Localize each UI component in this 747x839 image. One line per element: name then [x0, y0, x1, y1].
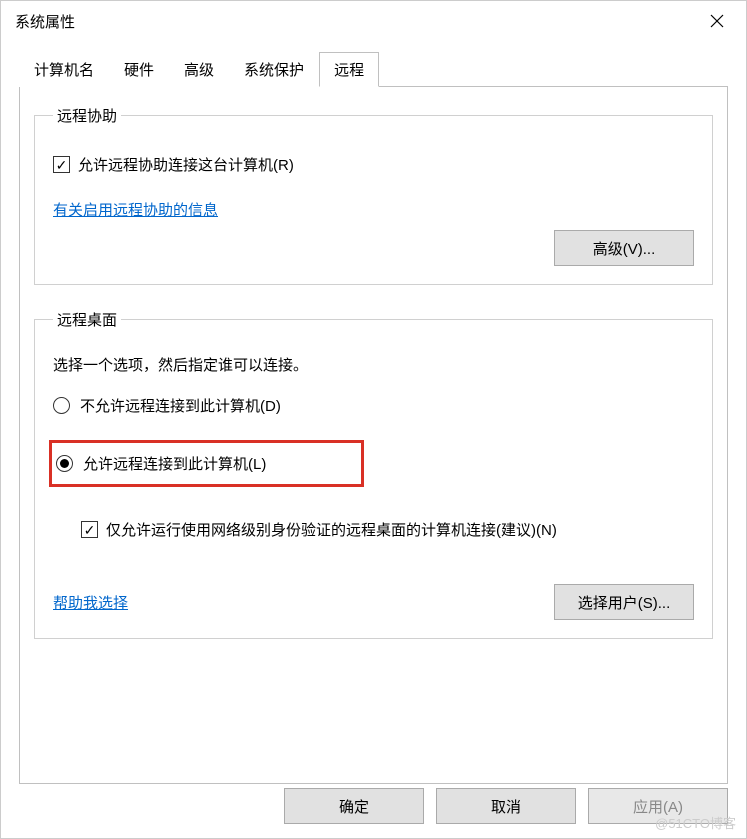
disallow-remote-radio[interactable]	[53, 397, 70, 414]
allow-remote-assist-label: 允许远程协助连接这台计算机(R)	[78, 154, 294, 175]
remote-assist-legend: 远程协助	[53, 105, 121, 126]
allow-remote-radio[interactable]	[56, 455, 73, 472]
disallow-remote-label: 不允许远程连接到此计算机(D)	[80, 395, 281, 416]
remote-desktop-legend: 远程桌面	[53, 309, 121, 330]
close-icon	[710, 14, 724, 28]
apply-button[interactable]: 应用(A)	[588, 788, 728, 824]
allow-remote-highlight: 允许远程连接到此计算机(L)	[49, 440, 364, 487]
tab-hardware[interactable]: 硬件	[109, 52, 169, 87]
tab-strip: 计算机名 硬件 高级 系统保护 远程	[19, 51, 728, 87]
remote-desktop-group: 远程桌面 选择一个选项，然后指定谁可以连接。 不允许远程连接到此计算机(D) 允…	[34, 309, 713, 639]
help-choose-link[interactable]: 帮助我选择	[53, 592, 128, 613]
select-users-button[interactable]: 选择用户(S)...	[554, 584, 694, 620]
tab-remote[interactable]: 远程	[319, 52, 379, 87]
nla-label: 仅允许运行使用网络级别身份验证的远程桌面的计算机连接(建议)(N)	[106, 519, 557, 540]
allow-remote-label: 允许远程连接到此计算机(L)	[83, 453, 266, 474]
remote-assist-group: 远程协助 允许远程协助连接这台计算机(R) 有关启用远程协助的信息 高级(V).…	[34, 105, 713, 285]
remote-desktop-instruction: 选择一个选项，然后指定谁可以连接。	[53, 354, 694, 375]
nla-checkbox[interactable]	[81, 521, 98, 538]
allow-remote-assist-checkbox[interactable]	[53, 156, 70, 173]
window-title: 系统属性	[15, 11, 75, 32]
close-button[interactable]	[692, 2, 742, 40]
remote-assist-advanced-button[interactable]: 高级(V)...	[554, 230, 694, 266]
tab-computer-name[interactable]: 计算机名	[19, 52, 109, 87]
remote-assist-info-link[interactable]: 有关启用远程协助的信息	[53, 202, 218, 219]
tab-advanced[interactable]: 高级	[169, 52, 229, 87]
cancel-button[interactable]: 取消	[436, 788, 576, 824]
ok-button[interactable]: 确定	[284, 788, 424, 824]
tab-system-protection[interactable]: 系统保护	[229, 52, 319, 87]
